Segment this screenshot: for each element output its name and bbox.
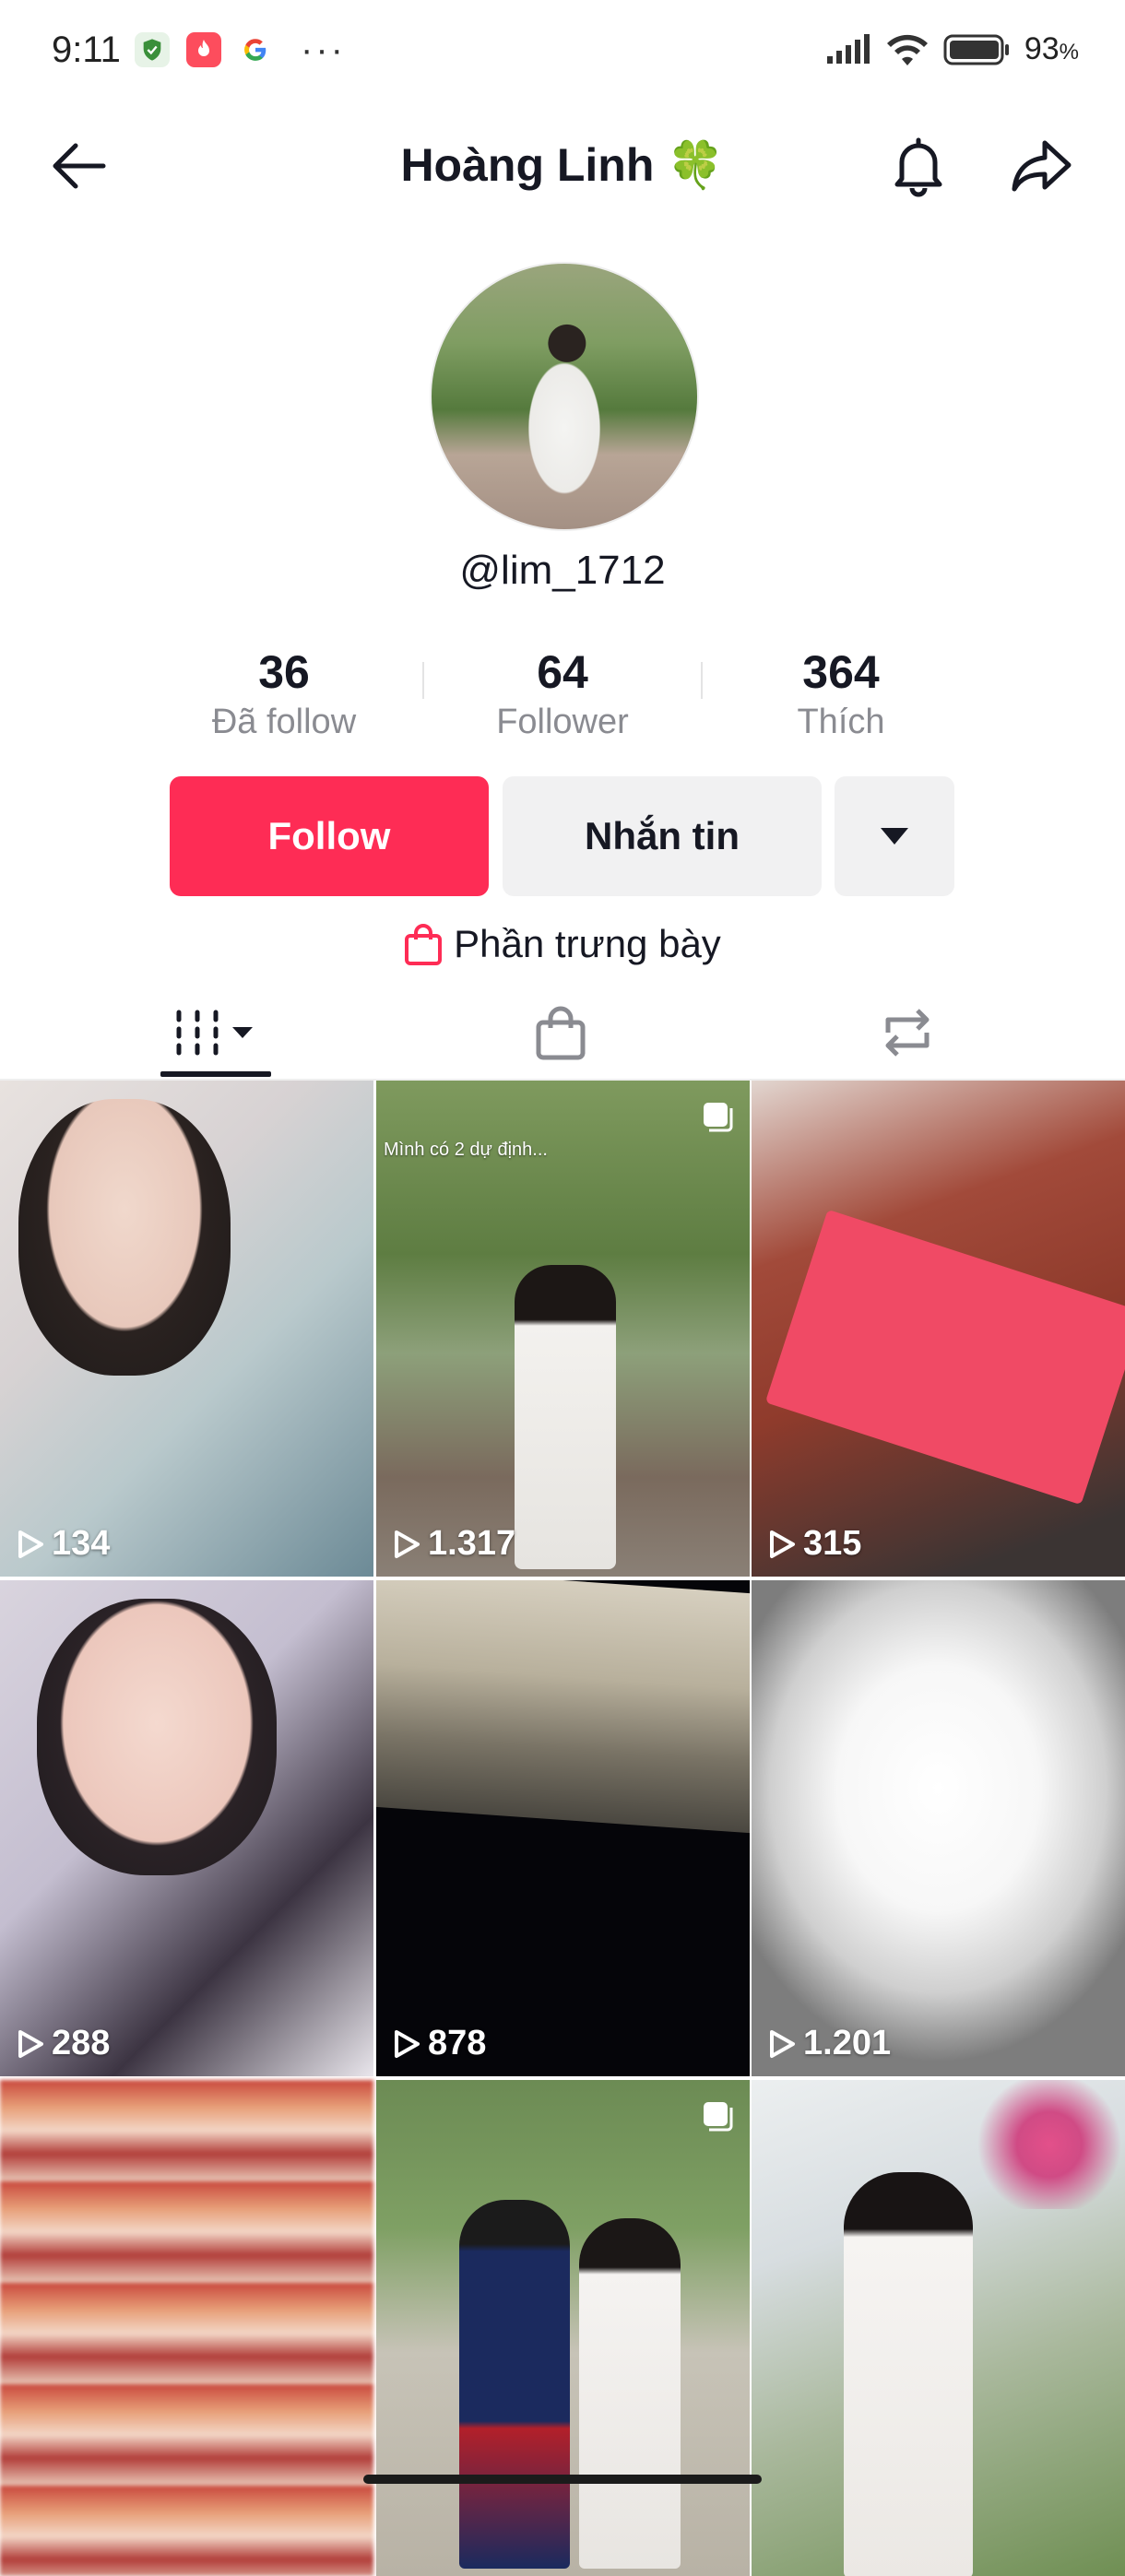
play-icon [770,1530,795,1558]
video-thumbnail[interactable]: 878 [376,1580,750,2076]
profile-stats: 36 Đã follow 64 Follower 364 Thích [0,645,1125,747]
view-count: 134 [17,1524,110,1564]
status-time: 9:11 [52,30,121,70]
stat-following-label: Đã follow [211,703,357,741]
message-button[interactable]: Nhắn tin [503,776,822,896]
play-icon [18,1530,43,1558]
multi-image-icon [704,1103,733,1132]
play-icon [395,2029,420,2058]
tab-shop[interactable] [487,987,634,1079]
tab-reposts[interactable] [834,987,981,1079]
tinder-app-icon [186,32,221,67]
video-thumbnail[interactable] [752,2080,1125,2576]
stat-likes-value: 364 [802,646,880,698]
content-tabs [0,987,1125,1082]
thumbnail-image [18,1099,231,1376]
share-arrow-icon [1012,140,1072,192]
view-count: 315 [768,1524,861,1564]
stat-followers-label: Follower [496,703,629,741]
status-bar: 9:11 ··· 93% [0,0,1125,109]
stat-divider [701,662,703,699]
notification-bell-button[interactable] [882,129,955,203]
stat-likes-label: Thích [797,703,885,741]
thumbnail-image [37,1599,277,1875]
multi-image-icon [704,2102,733,2132]
video-thumbnail[interactable]: Mình có 2 dự định... 1.317 [376,1081,750,1577]
profile-avatar[interactable] [430,262,699,531]
top-navigation: Hoàng Linh 🍀 [0,129,1125,203]
showcase-link[interactable]: Phần trưng bày [0,915,1125,974]
video-thumbnail[interactable]: 288 [0,1580,373,2076]
stat-following[interactable]: 36 Đã follow [164,645,404,742]
play-icon [770,2029,795,2058]
signal-icon [826,33,870,64]
video-thumbnail[interactable]: 315 [752,1081,1125,1577]
google-app-icon [238,32,273,67]
battery-icon [943,34,1009,65]
view-count: 1.201 [768,2024,891,2063]
thumbnail-image [376,1580,750,1834]
stat-likes[interactable]: 364 Thích [721,645,961,742]
stat-followers-value: 64 [537,646,588,698]
status-notification-icons: ··· [135,31,346,68]
follow-button[interactable]: Follow [170,776,489,896]
view-count: 878 [393,2024,486,2063]
tab-videos[interactable] [142,987,290,1079]
repost-icon [885,1009,930,1057]
video-thumbnail[interactable]: 1.201 [752,1580,1125,2076]
videos-grid-icon [176,1010,253,1056]
page-title: Hoàng Linh 🍀 [400,139,725,191]
thumbnail-image [459,2200,570,2569]
status-right-icons: 93% [825,31,1079,67]
stat-divider [422,662,424,699]
active-tab-indicator [160,1071,271,1077]
suggested-accounts-button[interactable] [835,776,954,896]
more-notifications-icon: ··· [301,30,346,70]
thumbnail-image [936,2080,1125,2209]
video-thumbnail[interactable] [376,2080,750,2576]
share-button[interactable] [1005,129,1079,203]
home-indicator[interactable] [363,2475,762,2484]
video-caption: Mình có 2 dự định... [384,1140,548,1160]
thumbnail-image [764,1209,1125,1506]
view-count: 1.317 [393,1524,515,1564]
caret-down-icon [881,828,908,845]
battery-percentage: 93% [1024,31,1079,66]
play-icon [395,1530,420,1558]
profile-handle: @lim_1712 [459,548,666,593]
video-thumbnail[interactable]: 134 [0,1081,373,1577]
play-icon [18,2029,43,2058]
bell-icon [894,137,942,197]
video-thumbnail[interactable] [0,2080,373,2576]
view-count: 288 [17,2024,110,2063]
thumbnail-image [844,2172,973,2576]
stat-followers[interactable]: 64 Follower [443,645,682,742]
thumbnail-image [515,1265,616,1569]
shopping-bag-icon [405,924,443,965]
shopping-bag-tab-icon [536,1006,586,1060]
thumbnail-image [579,2218,681,2569]
wifi-icon [886,34,928,65]
shield-app-icon [135,32,170,67]
stat-following-value: 36 [258,646,310,698]
showcase-label: Phần trưng bày [454,922,721,965]
